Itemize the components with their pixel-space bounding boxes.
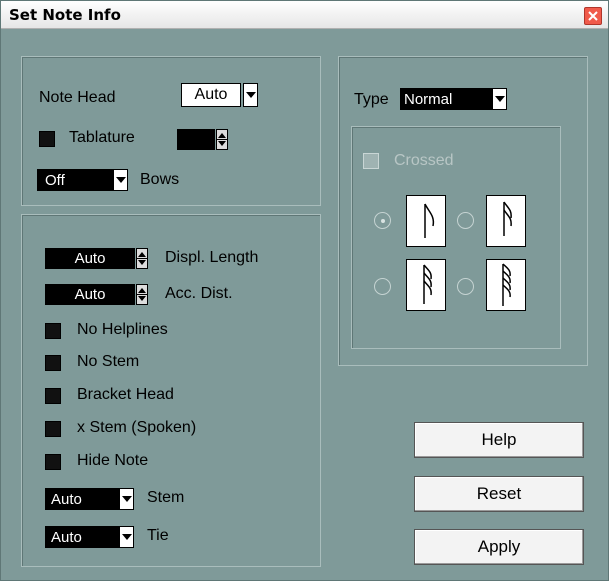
- note-head-label: Note Head: [39, 89, 116, 106]
- x-stem-checkbox[interactable]: [45, 421, 61, 437]
- bows-label: Bows: [140, 171, 180, 188]
- flag-4-radio[interactable]: [457, 278, 474, 295]
- no-stem-checkbox[interactable]: [45, 355, 61, 371]
- displ-length-label: Displ. Length: [165, 249, 259, 266]
- no-helplines-checkbox[interactable]: [45, 323, 61, 339]
- hide-note-checkbox[interactable]: [45, 454, 61, 470]
- chevron-down-icon: [121, 496, 132, 502]
- bows-select[interactable]: Off: [37, 169, 113, 191]
- type-select[interactable]: Normal: [400, 88, 492, 110]
- help-button[interactable]: Help: [414, 422, 584, 458]
- arrow-up-icon: [138, 288, 146, 293]
- tie-label: Tie: [147, 527, 169, 544]
- apply-button[interactable]: Apply: [414, 529, 584, 565]
- bows-dropdown-button[interactable]: [113, 169, 128, 191]
- acc-dist-field[interactable]: Auto: [45, 284, 135, 305]
- crossed-label: Crossed: [394, 152, 454, 169]
- tablature-stepper[interactable]: [216, 129, 228, 150]
- flag-3-radio[interactable]: [374, 278, 391, 295]
- x-stem-label: x Stem (Spoken): [77, 419, 197, 436]
- chevron-down-icon: [494, 96, 505, 102]
- hide-note-label: Hide Note: [77, 452, 149, 469]
- window-title: Set Note Info: [9, 6, 121, 24]
- type-dropdown-button[interactable]: [492, 88, 507, 110]
- tablature-label: Tablature: [69, 129, 135, 146]
- chevron-down-icon: [115, 177, 126, 183]
- chevron-down-icon: [121, 534, 132, 540]
- chevron-down-icon: [245, 92, 256, 98]
- tie-dropdown-button[interactable]: [119, 526, 134, 548]
- note-head-dropdown-button[interactable]: [243, 83, 258, 107]
- thirty-second-flag-icon: [423, 264, 432, 304]
- acc-dist-label: Acc. Dist.: [165, 285, 233, 302]
- tie-select[interactable]: Auto: [45, 526, 119, 548]
- arrow-down-icon: [138, 260, 146, 265]
- close-button[interactable]: [584, 7, 602, 25]
- arrow-down-icon: [138, 296, 146, 301]
- arrow-down-icon: [218, 141, 226, 146]
- acc-dist-stepper[interactable]: [136, 284, 148, 305]
- flag-1-note-box: [406, 195, 446, 247]
- stem-select[interactable]: Auto: [45, 488, 119, 510]
- set-note-info-dialog: Set Note Info Note Head Auto Tablature O…: [0, 0, 609, 581]
- reset-button[interactable]: Reset: [414, 476, 584, 512]
- displ-length-field[interactable]: Auto: [45, 248, 135, 269]
- flag-2-radio[interactable]: [457, 212, 474, 229]
- flag-4-note-box: [486, 259, 526, 311]
- sixty-fourth-flag-icon: [502, 263, 511, 306]
- eighth-flag-icon: [424, 203, 435, 238]
- arrow-up-icon: [138, 252, 146, 257]
- no-helplines-label: No Helplines: [77, 321, 168, 338]
- crossed-panel: [351, 126, 561, 349]
- bracket-head-checkbox[interactable]: [45, 388, 61, 404]
- flag-3-note-box: [406, 259, 446, 311]
- no-stem-label: No Stem: [77, 353, 140, 370]
- sixteenth-flag-icon: [503, 201, 512, 236]
- note-head-select[interactable]: Auto: [181, 83, 241, 107]
- tablature-checkbox[interactable]: [39, 131, 55, 147]
- stem-label: Stem: [147, 489, 185, 506]
- stem-dropdown-button[interactable]: [119, 488, 134, 510]
- arrow-up-icon: [218, 133, 226, 138]
- type-label: Type: [354, 91, 389, 108]
- flag-2-note-box: [486, 195, 526, 247]
- displ-length-stepper[interactable]: [136, 248, 148, 269]
- flag-1-radio[interactable]: [374, 212, 391, 229]
- tablature-value-field[interactable]: [177, 129, 215, 150]
- bracket-head-label: Bracket Head: [77, 386, 174, 403]
- crossed-checkbox[interactable]: [363, 153, 379, 169]
- title-bar: Set Note Info: [1, 1, 608, 29]
- close-icon: [588, 11, 598, 21]
